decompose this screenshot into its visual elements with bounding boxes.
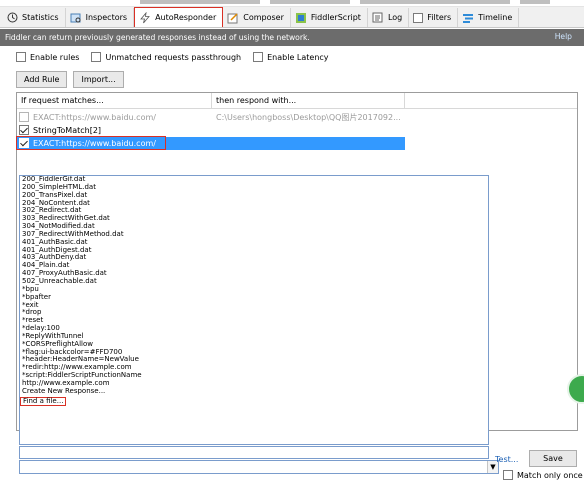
info-text: Fiddler can return previously generated … <box>5 33 310 42</box>
composer-icon <box>227 12 239 24</box>
timeline-icon <box>462 12 474 24</box>
unmatched-option[interactable]: Unmatched requests passthrough <box>91 52 241 62</box>
dropdown-item[interactable]: 401_AuthDigest.dat <box>20 246 488 255</box>
rule-checkbox[interactable] <box>19 125 29 135</box>
tab-filters[interactable]: Filters <box>409 8 459 27</box>
match-only-once-option[interactable]: Match only once <box>503 470 583 480</box>
import-button[interactable]: Import... <box>73 70 124 88</box>
button-row: Add Rule Import... <box>0 68 584 90</box>
log-icon <box>372 12 384 24</box>
dropdown-item[interactable]: 200_TransPixel.dat <box>20 191 488 200</box>
match-input[interactable] <box>19 446 489 459</box>
top-overflow-strip <box>0 0 584 7</box>
inspector-icon <box>70 12 82 24</box>
tab-timeline[interactable]: Timeline <box>458 8 520 27</box>
rule-row[interactable]: EXACT:https://www.baidu.com/ C:\Users\ho… <box>17 111 577 123</box>
help-link[interactable]: Help <box>555 32 572 41</box>
rule-checkbox[interactable] <box>19 138 29 148</box>
filter-checkbox-icon <box>413 12 424 23</box>
script-icon <box>295 12 307 24</box>
add-rule-button[interactable]: Add Rule <box>16 70 68 88</box>
clock-icon <box>6 12 18 24</box>
dropdown-item[interactable]: Create New Response... <box>20 387 488 396</box>
dropdown-item[interactable]: *exit <box>20 301 488 310</box>
tab-statistics[interactable]: Statistics <box>2 8 66 27</box>
tab-fiddlerscript[interactable]: FiddlerScript <box>291 8 368 27</box>
options-row: Enable rules Unmatched requests passthro… <box>0 47 584 67</box>
dropdown-item[interactable]: *delay:100 <box>20 324 488 333</box>
unmatched-checkbox[interactable] <box>91 52 102 62</box>
save-button[interactable]: Save <box>529 450 577 467</box>
enable-rules-option[interactable]: Enable rules <box>16 52 79 62</box>
dropdown-item[interactable]: *drop <box>20 308 488 317</box>
latency-checkbox[interactable] <box>253 52 264 62</box>
response-dropdown-list[interactable]: 200_FiddlerGif.dat 200_SimpleHTML.dat 200_… <box>19 175 489 445</box>
find-a-file-option[interactable]: Find a file... <box>20 396 67 406</box>
rule-checkbox[interactable] <box>19 112 29 122</box>
column-header-respond[interactable]: then respond with... <box>212 93 405 108</box>
tab-inspectors[interactable]: Inspectors <box>66 8 135 27</box>
latency-option[interactable]: Enable Latency <box>253 52 329 62</box>
dropdown-item[interactable]: 204_NoContent.dat <box>20 199 488 208</box>
dropdown-item[interactable]: *reset <box>20 316 488 325</box>
response-combobox[interactable]: ▼ <box>19 460 499 474</box>
dropdown-item[interactable]: 502_Unreachable.dat <box>20 277 488 286</box>
test-link[interactable]: Test... <box>495 455 518 464</box>
tab-autoresponder[interactable]: AutoResponder <box>134 7 224 27</box>
lightning-icon <box>139 11 151 24</box>
list-header: If request matches... then respond with.… <box>17 93 577 109</box>
enable-rules-checkbox[interactable] <box>16 52 26 62</box>
dropdown-item[interactable]: *bpu <box>20 285 488 294</box>
selected-rule-row[interactable]: EXACT:https://www.baidu.com/ <box>16 136 166 150</box>
column-header-match[interactable]: If request matches... <box>17 93 212 108</box>
rule-row[interactable]: StringToMatch[2] <box>17 124 577 136</box>
tab-log[interactable]: Log <box>368 8 410 27</box>
tab-bar: Statistics Inspectors AutoResponder Comp… <box>0 7 584 28</box>
info-bar: Fiddler can return previously generated … <box>0 29 584 46</box>
dropdown-item[interactable]: 307_RedirectWithMethod.dat <box>20 230 488 239</box>
tab-composer[interactable]: Composer <box>223 8 291 27</box>
dropdown-item[interactable]: 403_AuthDeny.dat <box>20 254 488 262</box>
match-only-once-checkbox[interactable] <box>503 470 513 480</box>
dropdown-item[interactable]: 200_SimpleHTML.dat <box>20 183 488 192</box>
dropdown-item[interactable]: *bpafter <box>20 293 488 302</box>
